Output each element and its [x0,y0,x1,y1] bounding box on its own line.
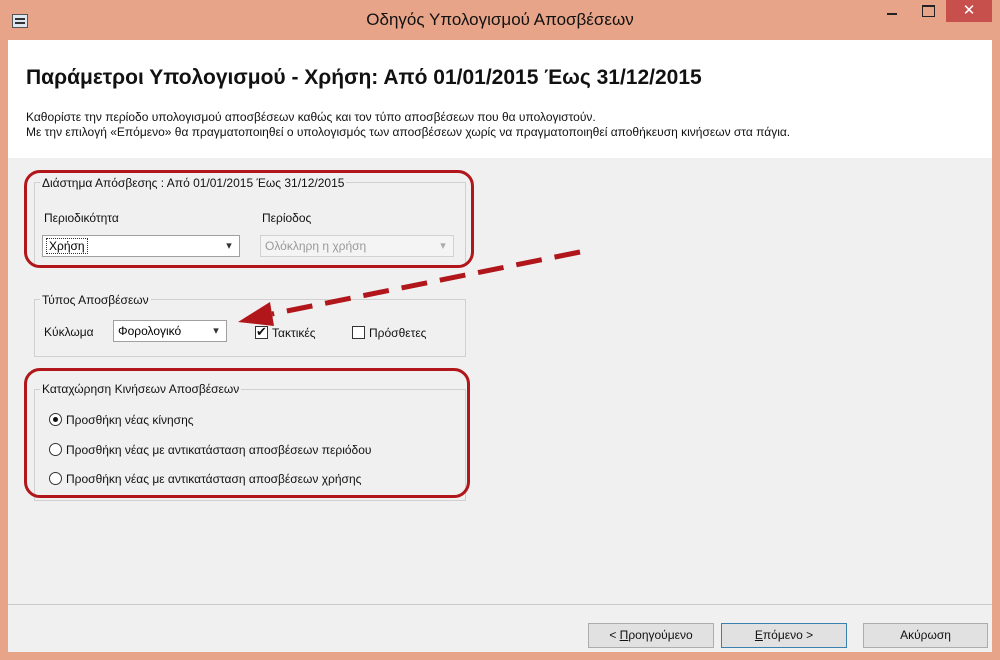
next-button[interactable]: Επόμενο > [721,623,847,648]
previous-button[interactable]: < Προηγούμενο [588,623,714,648]
next-button-label: πόμενο > [762,628,814,642]
annotation-arrow-head [238,302,274,326]
next-button-accel: Ε [754,628,763,642]
previous-button-prefix: < [609,628,620,642]
cancel-button[interactable]: Ακύρωση [863,623,988,648]
previous-button-label: ροηγούμενο [628,628,693,642]
annotation-arrow-line [271,249,581,317]
annotation-arrow [238,249,581,326]
